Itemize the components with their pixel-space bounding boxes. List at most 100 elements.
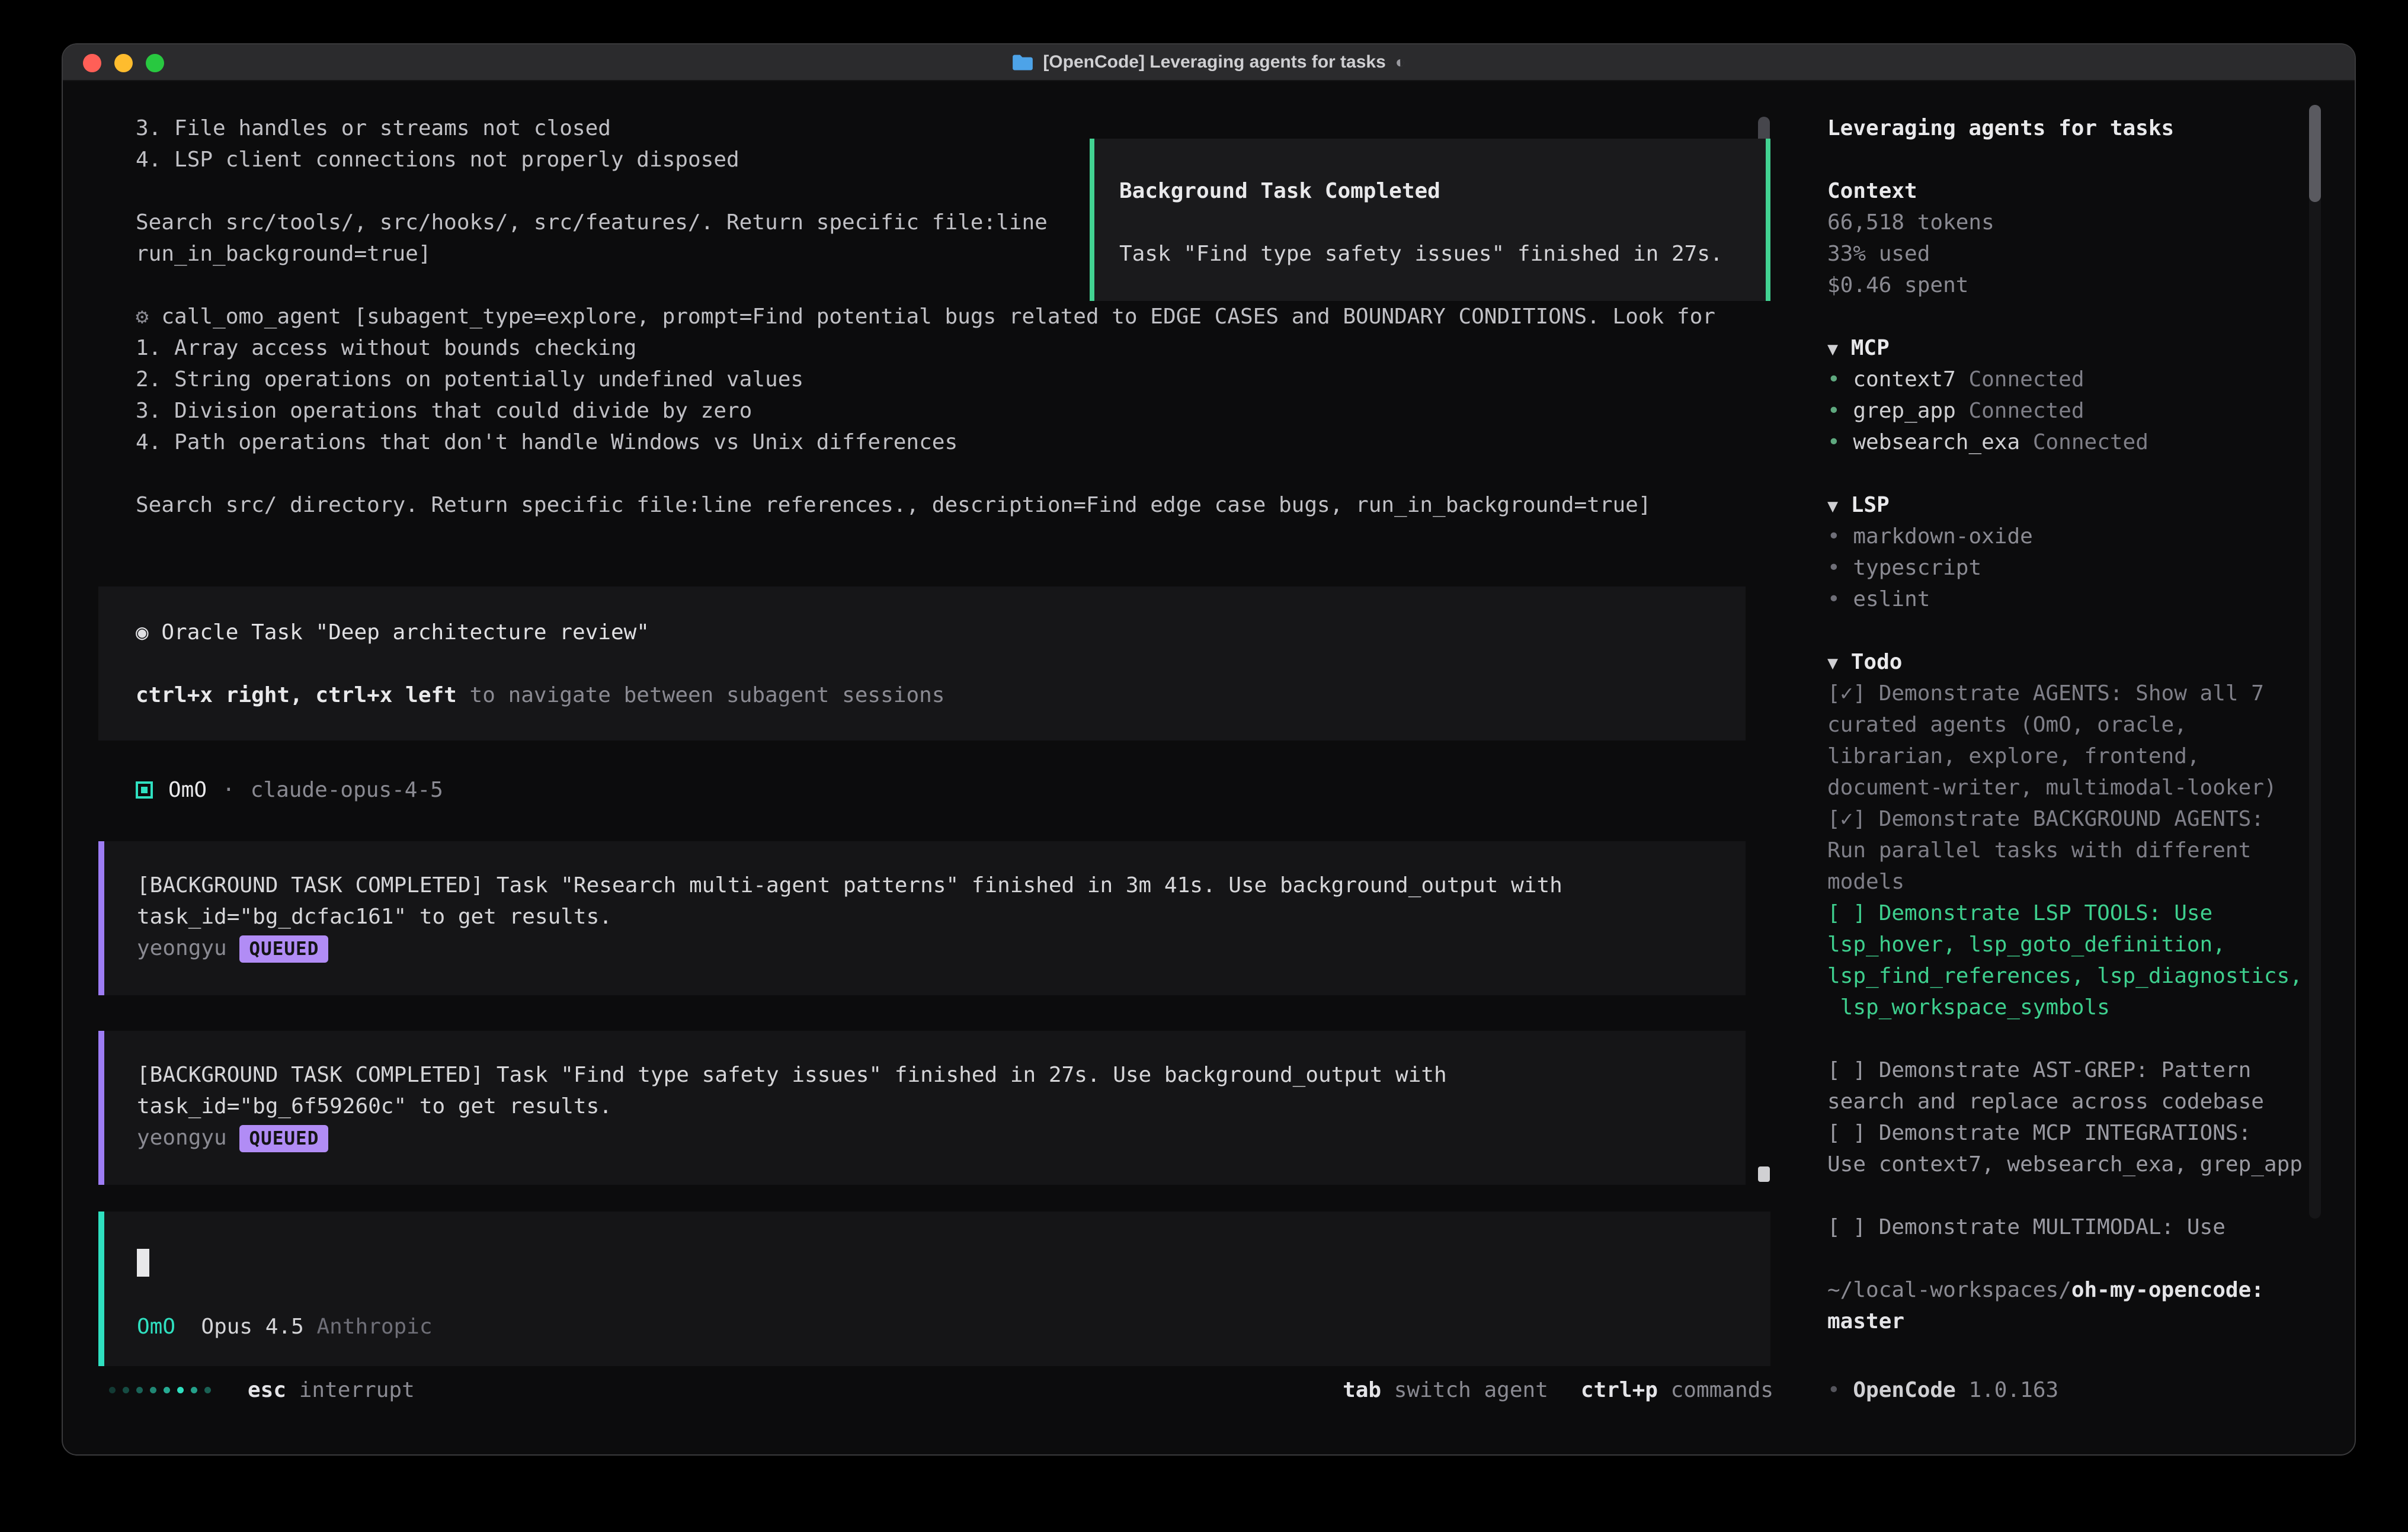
mcp-name: grep_app [1853,399,1955,423]
todo-line-active: lsp_workspace_symbols [1827,992,2356,1023]
terminal-pane: 3. File handles or streams not closed 4.… [63,81,1802,1454]
todo-line-active: lsp_find_references, lsp_diagnostics, [1827,960,2356,992]
workspace-repo: oh-my-opencode: [2071,1278,2264,1302]
todo-line-active: lsp_hover, lsp_goto_definition, [1827,929,2356,960]
toast-blank [1119,207,1766,238]
mcp-item: • websearch_exa Connected [1827,427,2356,458]
lsp-section-header[interactable]: ▼ LSP [1827,489,2356,521]
mcp-status: Connected [1968,367,2084,392]
mcp-item: • grep_app Connected [1827,395,2356,427]
sidebar-blank [1827,144,2356,175]
workspace-branch: master [1827,1309,1904,1334]
mcp-section-header[interactable]: ▼ MCP [1827,332,2356,364]
agent-model: claude-opus-4-5 [251,774,443,806]
bullet-icon: • [1827,399,1840,423]
oracle-blank [136,648,1746,680]
chevron-down-icon: ▼ [1827,653,1838,674]
scrollbar-thumb[interactable] [2309,105,2321,202]
todo-line: document-writer, multimodal-looker) [1827,772,2356,803]
lsp-item: • typescript [1827,552,2356,584]
fisheye-icon: ◉ [136,620,149,645]
message-author: yeongyu [137,1126,227,1150]
status-left: esc interrupt [109,1374,415,1406]
sidebar-scrollbar[interactable] [2309,105,2321,1219]
sidebar-blank [1827,1023,2356,1055]
workspace-branch-line: master [1827,1306,2356,1337]
titlebar[interactable]: [OpenCode] Leveraging agents for tasks ◐ [63,44,2355,81]
prompt-input[interactable]: OmO Opus 4.5 Anthropic [98,1212,1770,1366]
minimize-button[interactable] [114,54,133,72]
esc-key: esc [248,1378,286,1402]
tab-label: switch agent [1394,1378,1548,1402]
background-task-message: [BACKGROUND TASK COMPLETED] Task "Resear… [98,841,1746,995]
mcp-name: context7 [1853,367,1955,392]
bullet-icon: • [1827,430,1840,454]
toast-body: Task "Find type safety issues" finished … [1119,238,1766,270]
version-line: • OpenCode 1.0.163 [1827,1374,2058,1406]
tool-call-item: 4. Path operations that don't handle Win… [136,427,1715,458]
input-footer: OmO Opus 4.5 Anthropic [137,1311,433,1342]
maximize-button[interactable] [146,54,164,72]
todo-line: curated agents (OmO, oracle, [1827,709,2356,741]
bullet-icon: • [1827,1378,1840,1402]
opencode-window: [OpenCode] Leveraging agents for tasks ◐… [62,43,2356,1456]
app-version: 1.0.163 [1968,1378,2058,1402]
tool-call-footer: Search src/ directory. Return specific f… [136,489,1715,521]
text-cursor [137,1249,149,1277]
todo-line: [ ] Demonstrate AST-GREP: Pattern [1827,1055,2356,1086]
message-meta: yeongyu QUEUED [137,932,1746,964]
chevron-down-icon: ▼ [1827,496,1838,517]
sidebar-blank [1827,301,2356,332]
bullet-icon: • [1827,587,1840,611]
lsp-name: typescript [1853,556,1981,580]
oracle-hint-text: to navigate between subagent sessions [470,683,945,707]
spinner-icon [109,1387,218,1393]
tab-hint: tab switch agent [1343,1374,1548,1406]
bullet-icon: • [1827,367,1840,392]
context-heading: Context [1827,175,2356,207]
workspace-path: ~/local-workspaces/oh-my-opencode: [1827,1274,2356,1306]
context-tokens: 66,518 tokens [1827,207,2356,238]
tool-call-name: call_omo_agent [161,305,341,329]
todo-line: [ ] Demonstrate MCP INTEGRATIONS: [1827,1117,2356,1149]
todo-line: [✓] Demonstrate BACKGROUND AGENTS: [1827,803,2356,835]
todo-section-header[interactable]: ▼ Todo [1827,646,2356,678]
bullet-icon: • [1827,524,1840,549]
agent-separator: · [222,774,235,806]
window-title: [OpenCode] Leveraging agents for tasks ◐ [1012,44,1405,81]
message-text: task_id="bg_6f59260c" to get results. [137,1091,1746,1122]
background-task-message: [BACKGROUND TASK COMPLETED] Task "Find t… [98,1031,1746,1185]
close-button[interactable] [83,54,101,72]
agent-square-icon [136,781,153,799]
status-right: tab switch agent ctrl+p commands [1343,1374,1773,1406]
ctrlp-key: ctrl+p [1581,1378,1658,1402]
commands-label: commands [1671,1378,1773,1402]
queued-badge: QUEUED [239,1125,328,1152]
message-text: [BACKGROUND TASK COMPLETED] Task "Resear… [137,870,1746,901]
app-name: OpenCode [1853,1378,1955,1402]
sidebar-blank [1827,1243,2356,1274]
tool-call-item: 1. Array access without bounds checking [136,332,1715,364]
esc-hint: esc interrupt [248,1374,415,1406]
oracle-title-line: ◉ Oracle Task "Deep architecture review" [136,617,1746,648]
window-title-text: [OpenCode] Leveraging agents for tasks [1043,44,1385,81]
tool-call-args: [subagent_type=explore, prompt=Find pote… [354,305,1715,329]
queued-badge: QUEUED [239,935,328,963]
todo-line-active: [ ] Demonstrate LSP TOOLS: Use [1827,898,2356,929]
tool-call-item: 3. Division operations that could divide… [136,395,1715,427]
todo-line: models [1827,866,2356,898]
chevron-down-icon: ▼ [1827,339,1838,360]
message-author: yeongyu [137,936,227,960]
mcp-heading: MCP [1851,336,1890,360]
input-agent-name: OmO [137,1315,175,1339]
sidebar: Leveraging agents for tasks Context 66,5… [1802,81,2356,1454]
session-title: Leveraging agents for tasks [1827,113,2356,144]
progress-half-circle-icon: ◐ [1395,44,1405,81]
mcp-item: • context7 Connected [1827,364,2356,395]
sidebar-blank [1827,1180,2356,1212]
toast-title: Background Task Completed [1119,175,1766,207]
message-text: task_id="bg_dcfac161" to get results. [137,901,1746,932]
traffic-lights [83,44,164,81]
mcp-status: Connected [1968,399,2084,423]
lsp-item: • markdown-oxide [1827,521,2356,552]
